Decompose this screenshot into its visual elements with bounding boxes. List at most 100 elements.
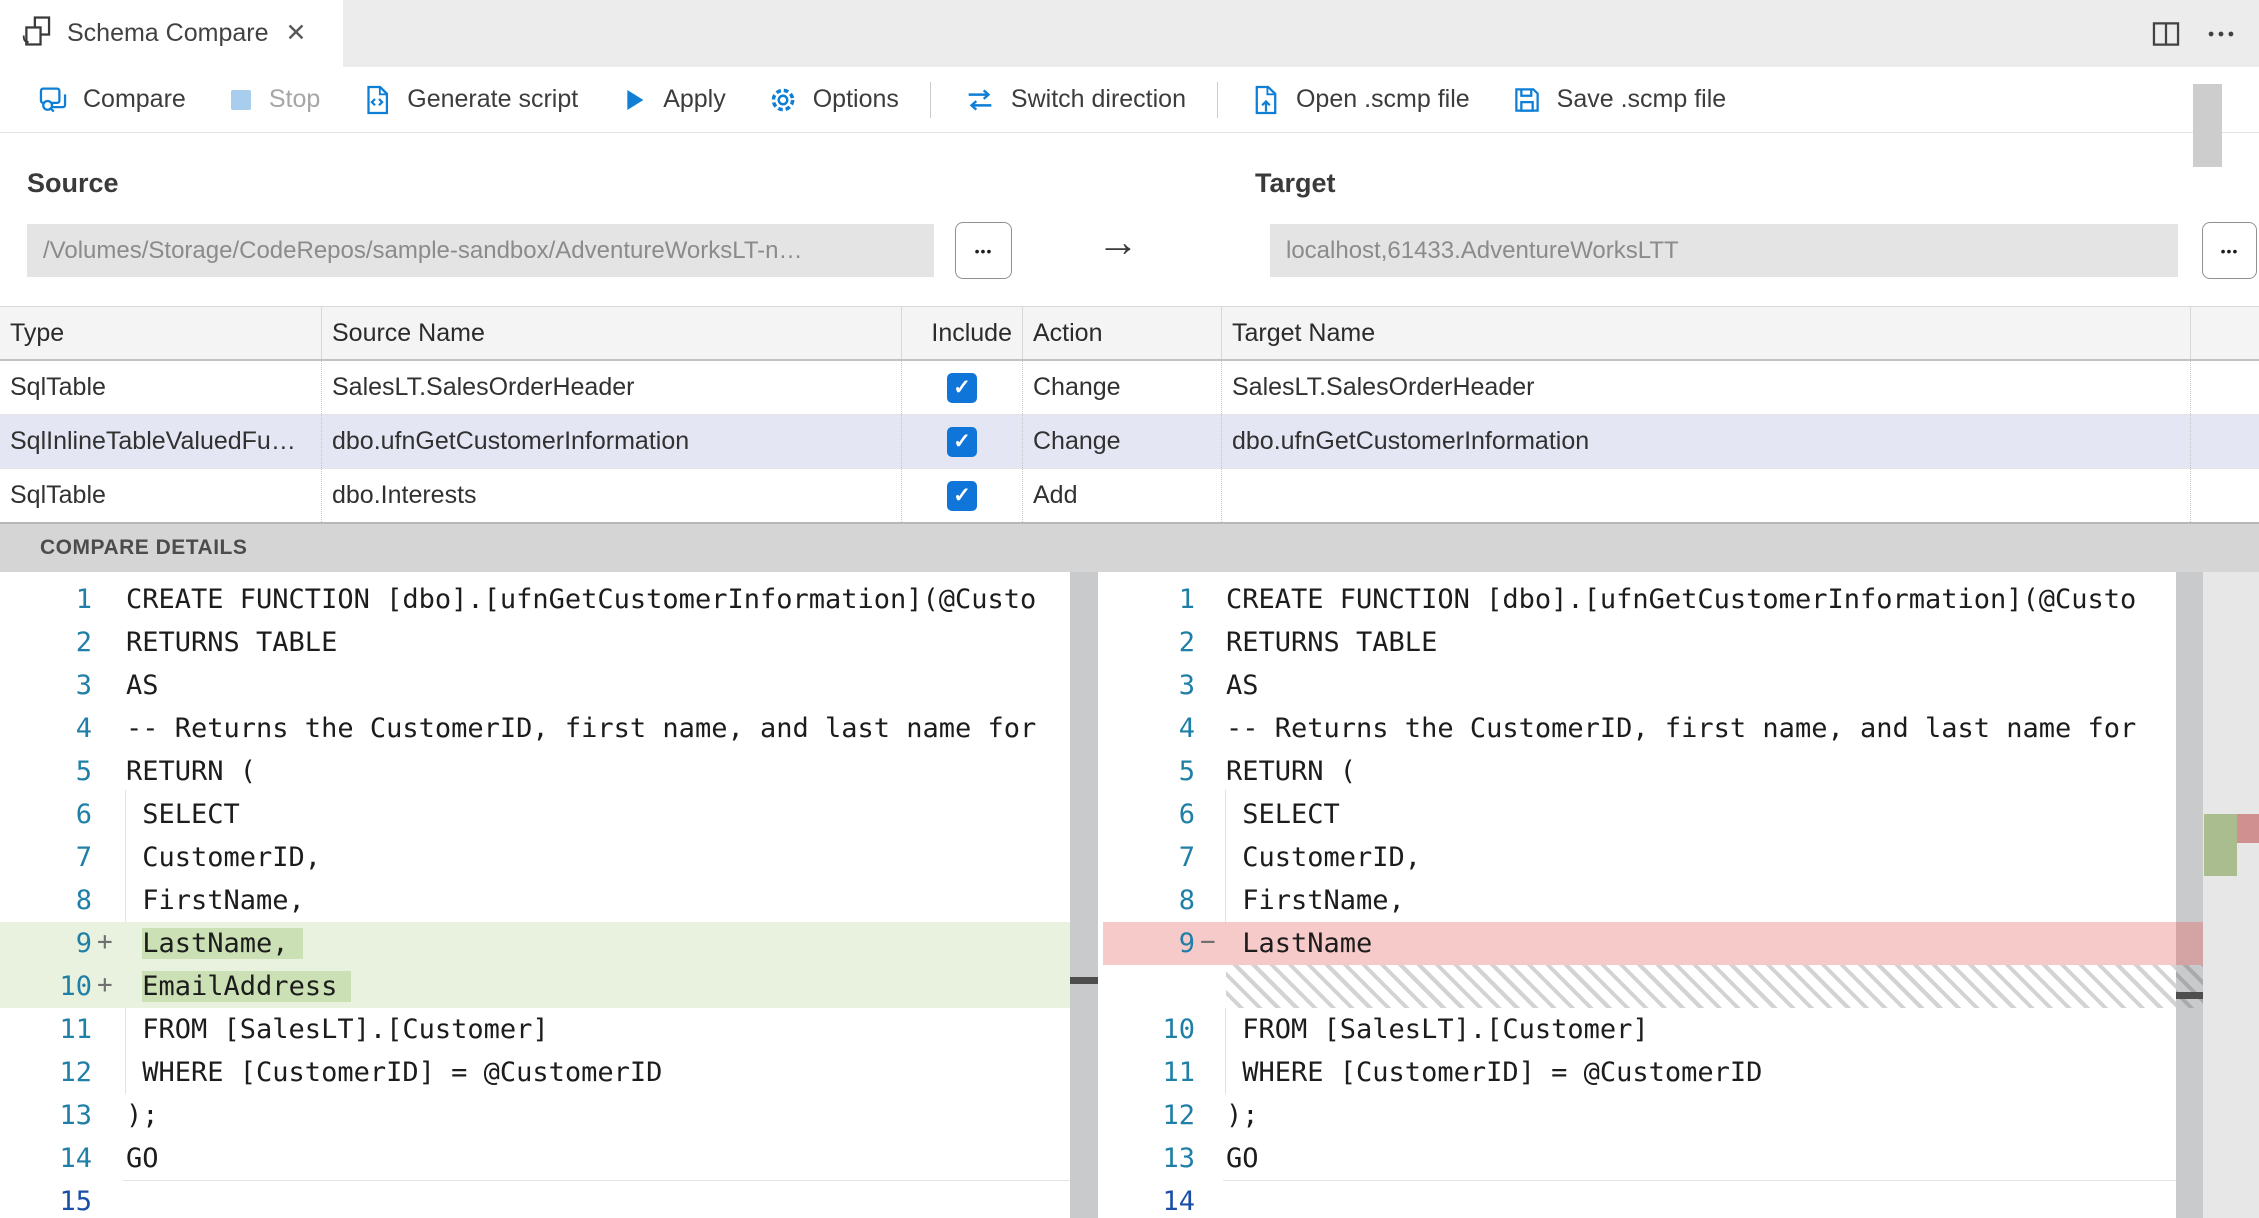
- stop-label: Stop: [268, 85, 321, 113]
- save-scmp-label: Save .scmp file: [1556, 85, 1727, 113]
- options-button[interactable]: Options: [746, 67, 919, 132]
- code-line[interactable]: 13);: [0, 1094, 1070, 1137]
- more-actions-icon[interactable]: [2203, 17, 2239, 51]
- line-number: 5: [1178, 756, 1195, 787]
- table-row[interactable]: SqlTable dbo.Interests ✓ Add: [0, 468, 2259, 522]
- close-icon[interactable]: ✕: [285, 21, 306, 46]
- code-line[interactable]: 1 CREATE FUNCTION [dbo].[ufnGetCustomerIn…: [0, 578, 1070, 621]
- code-line[interactable]: 15: [0, 1180, 1070, 1218]
- cell-source-name: dbo.ufnGetCustomerInformation: [322, 415, 902, 468]
- code-line[interactable]: 3 AS: [0, 664, 1070, 707]
- code-line[interactable]: 7 CustomerID,: [1103, 836, 2176, 879]
- code-line[interactable]: 4 -- Returns the CustomerID, first name, …: [0, 707, 1070, 750]
- code-line[interactable]: 7 CustomerID,: [0, 836, 1070, 879]
- line-number: 3: [1178, 670, 1195, 701]
- source-script-pane[interactable]: 1 CREATE FUNCTION [dbo].[ufnGetCustomerIn…: [0, 572, 1070, 1218]
- code-text: FirstName,: [126, 885, 305, 916]
- include-checkbox[interactable]: ✓: [947, 372, 977, 403]
- code-text: );: [1226, 1100, 1259, 1131]
- compare-button[interactable]: Compare: [16, 67, 206, 132]
- code-line[interactable]: 5 RETURN (: [0, 750, 1070, 793]
- options-label: Options: [812, 85, 899, 113]
- diff-add-marker: +: [97, 927, 113, 957]
- target-input[interactable]: localhost,61433.AdventureWorksLTT: [1270, 224, 2178, 277]
- source-pane-scrollbar[interactable]: [1070, 572, 1098, 1218]
- column-header-type[interactable]: Type: [0, 307, 322, 359]
- apply-button[interactable]: Apply: [598, 67, 746, 132]
- code-line[interactable]: 11 WHERE [CustomerID] = @CustomerID: [1103, 1051, 2176, 1094]
- code-line[interactable]: 5 RETURN (: [1103, 750, 2176, 793]
- code-line[interactable]: 6 SELECT: [0, 793, 1070, 836]
- switch-direction-button[interactable]: Switch direction: [942, 67, 1206, 132]
- open-scmp-button[interactable]: Open .scmp file: [1229, 67, 1490, 132]
- include-checkbox[interactable]: ✓: [947, 480, 977, 511]
- column-header-target-name[interactable]: Target Name: [1222, 307, 2191, 359]
- line-number: 10: [59, 971, 92, 1002]
- source-browse-button[interactable]: •••: [955, 222, 1012, 279]
- code-line[interactable]: 9− LastName: [1103, 922, 2176, 965]
- generate-script-button[interactable]: Generate script: [340, 67, 598, 132]
- target-script-pane[interactable]: 1 CREATE FUNCTION [dbo].[ufnGetCustomerIn…: [1103, 572, 2176, 1218]
- target-browse-button[interactable]: •••: [2202, 222, 2257, 279]
- line-number: 14: [59, 1143, 92, 1174]
- code-text: RETURN (: [126, 756, 257, 787]
- generate-script-icon: [360, 83, 394, 117]
- code-line[interactable]: 8 FirstName,: [1103, 879, 2176, 922]
- column-header-include[interactable]: Include: [902, 307, 1023, 359]
- code-text: RETURNS TABLE: [1226, 627, 1438, 658]
- save-scmp-button[interactable]: Save .scmp file: [1490, 67, 1747, 132]
- code-text: SELECT: [1226, 799, 1340, 830]
- code-line[interactable]: 6 SELECT: [1103, 793, 2176, 836]
- code-line[interactable]: 10 FROM [SalesLT].[Customer]: [1103, 1008, 2176, 1051]
- stop-button[interactable]: Stop: [206, 67, 340, 132]
- line-number: 1: [75, 584, 92, 615]
- code-line[interactable]: 14: [1103, 1180, 2176, 1218]
- table-scrollbar-thumb[interactable]: [2193, 84, 2222, 167]
- target-label: Target: [1255, 168, 1336, 198]
- cell-type: SqlTable: [0, 361, 322, 414]
- line-number: 12: [59, 1057, 92, 1088]
- code-line[interactable]: 11 FROM [SalesLT].[Customer]: [0, 1008, 1070, 1051]
- code-line[interactable]: 2 RETURNS TABLE: [0, 621, 1070, 664]
- source-input[interactable]: /Volumes/Storage/CodeRepos/sample-sandbo…: [27, 224, 934, 277]
- split-editor-icon[interactable]: [2149, 17, 2183, 51]
- code-text: RETURNS TABLE: [126, 627, 338, 658]
- line-number: 6: [1178, 799, 1195, 830]
- code-line[interactable]: 1 CREATE FUNCTION [dbo].[ufnGetCustomerIn…: [1103, 578, 2176, 621]
- code-line[interactable]: 3 AS: [1103, 664, 2176, 707]
- cell-source-name: SalesLT.SalesOrderHeader: [322, 361, 902, 414]
- code-line[interactable]: 12);: [1103, 1094, 2176, 1137]
- code-line[interactable]: 13 GO: [1103, 1137, 2176, 1180]
- code-line[interactable]: 14 GO: [0, 1137, 1070, 1180]
- column-header-action[interactable]: Action: [1023, 307, 1222, 359]
- tab-schema-compare[interactable]: Schema Compare ✕: [0, 0, 343, 67]
- target-pane-scrollbar[interactable]: [2176, 572, 2203, 1218]
- code-text: RETURN (: [1226, 756, 1357, 787]
- code-line[interactable]: 9 + LastName,: [0, 922, 1070, 965]
- diff-overview-ruler: [2203, 572, 2259, 1218]
- generate-script-label: Generate script: [407, 85, 579, 113]
- code-text: FROM [SalesLT].[Customer]: [1226, 1014, 1649, 1045]
- overview-deleted-marker: [2237, 814, 2259, 843]
- code-line[interactable]: 8 FirstName,: [0, 879, 1070, 922]
- code-line[interactable]: 2 RETURNS TABLE: [1103, 621, 2176, 664]
- diff-editor: 1 CREATE FUNCTION [dbo].[ufnGetCustomerIn…: [0, 572, 2259, 1218]
- include-checkbox[interactable]: ✓: [947, 426, 977, 457]
- table-row[interactable]: SqlInlineTableValuedFu… dbo.ufnGetCustome…: [0, 414, 2259, 468]
- code-line[interactable]: 4 -- Returns the CustomerID, first name, …: [1103, 707, 2176, 750]
- compare-details-header: COMPARE DETAILS: [0, 524, 2259, 572]
- code-text: LastName,: [126, 922, 303, 965]
- table-row[interactable]: SqlTable SalesLT.SalesOrderHeader ✓ Change S…: [0, 361, 2259, 414]
- line-number: 14: [1162, 1186, 1195, 1217]
- line-number: 8: [1178, 885, 1195, 916]
- code-line[interactable]: 12 WHERE [CustomerID] = @CustomerID: [0, 1051, 1070, 1094]
- line-number: 2: [1178, 627, 1195, 658]
- column-header-source-name[interactable]: Source Name: [322, 307, 902, 359]
- line-number: 1: [1178, 584, 1195, 615]
- line-number: 4: [75, 713, 92, 744]
- code-line[interactable]: 10 + EmailAddress: [0, 965, 1070, 1008]
- tab-title: Schema Compare: [67, 19, 269, 47]
- overview-added-marker: [2204, 814, 2237, 876]
- code-lines: 1 CREATE FUNCTION [dbo].[ufnGetCustomerIn…: [1103, 578, 2176, 1218]
- schema-compare-app: Schema Compare ✕ Compare Stop Generate scr…: [0, 0, 2259, 1218]
